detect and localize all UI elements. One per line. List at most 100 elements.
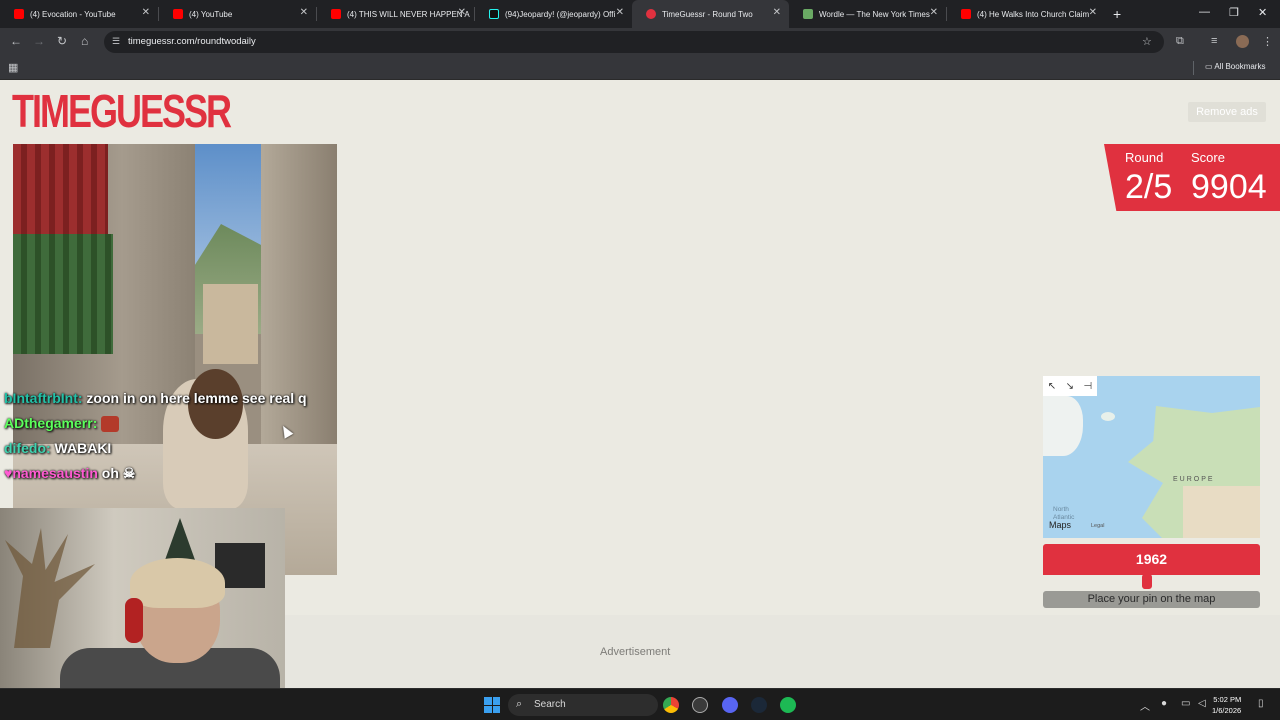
profile-avatar[interactable] xyxy=(1236,35,1249,48)
chat-username: namesaustin xyxy=(12,465,98,481)
wordle-icon xyxy=(803,9,813,19)
photo-knitwear-red xyxy=(13,144,108,234)
shrink-map-icon[interactable]: ↘ xyxy=(1066,381,1074,392)
youtube-icon xyxy=(961,9,971,19)
year-slider-thumb[interactable] xyxy=(1142,574,1153,589)
youtube-icon xyxy=(173,9,183,19)
reload-icon[interactable]: ↻ xyxy=(57,34,67,48)
chat-text: WABAKI xyxy=(54,440,112,456)
close-icon[interactable]: ✕ xyxy=(616,7,624,18)
site-info-icon[interactable]: ☰ xyxy=(112,36,120,47)
tab-evocation[interactable]: (4) Evocation - YouTube ✕ xyxy=(0,0,158,28)
clock-time: 5:02 PM xyxy=(1213,695,1242,704)
chat-message: bIntaftrbInt: zoon in on here lemme see … xyxy=(4,386,334,411)
map-region-label: EUROPE xyxy=(1173,476,1215,483)
all-bookmarks-button[interactable]: ▭ All Bookmarks xyxy=(1205,62,1265,71)
close-icon[interactable]: ✕ xyxy=(930,7,938,18)
emote-icon xyxy=(101,416,120,433)
tab-this-will-never-happen[interactable]: (4) THIS WILL NEVER HAPPEN A ✕ xyxy=(317,0,474,28)
round-label: Round xyxy=(1125,150,1164,165)
spotify-icon[interactable] xyxy=(780,697,796,713)
home-icon[interactable]: ⌂ xyxy=(81,34,88,48)
tab-jeopardy[interactable]: (94)Jeopardy! (@jeopardy) Offi ✕ xyxy=(475,0,632,28)
taskbar-clock[interactable]: 5:02 PM 1/6/2026 xyxy=(1212,694,1241,716)
windows-taskbar: ⌕ Search ︿ ● ▭ ◁ 5:02 PM 1/6/2026 ▯ xyxy=(0,688,1280,720)
search-icon: ⌕ xyxy=(516,698,523,710)
windows-start-icon[interactable] xyxy=(484,697,500,713)
remove-ads-button[interactable]: Remove ads xyxy=(1188,102,1266,122)
advertisement-label: Advertisement xyxy=(600,646,671,658)
guess-map[interactable]: EUROPE North Atlantic Maps Legal ↖ ↘ ⊣ xyxy=(1043,376,1260,538)
chat-message: ♥namesaustin oh ☠ xyxy=(4,461,334,486)
chat-text: oh xyxy=(101,465,119,481)
webcam-headset xyxy=(125,598,143,643)
tab-label: TimeGuessr - Round Two xyxy=(662,9,753,19)
new-tab-icon[interactable]: + xyxy=(1113,6,1121,22)
skull-emote-icon: ☠ xyxy=(122,465,136,481)
all-bookmarks-label: All Bookmarks xyxy=(1214,62,1266,71)
pin-map-icon[interactable]: ⊣ xyxy=(1084,381,1093,392)
close-icon[interactable]: ✕ xyxy=(773,7,781,18)
webcam-hair xyxy=(130,558,225,608)
chat-message: difedo: WABAKI xyxy=(4,436,334,461)
tiktok-icon xyxy=(489,9,499,19)
minimize-icon[interactable]: — xyxy=(1199,6,1210,18)
tab-timeguessr[interactable]: TimeGuessr - Round Two ✕ xyxy=(632,0,789,28)
round-score-panel: Round Score 2/5 9904 xyxy=(1104,144,1280,211)
streamer-webcam xyxy=(0,508,285,688)
tab-church[interactable]: (4) He Walks Into Church Claim ✕ xyxy=(947,0,1105,28)
back-icon[interactable]: ← xyxy=(10,34,22,48)
folder-icon: ▭ xyxy=(1205,62,1215,71)
close-icon[interactable]: ✕ xyxy=(1089,7,1097,18)
obs-icon[interactable] xyxy=(692,697,708,713)
score-value: 9904 xyxy=(1191,168,1267,206)
browser-tab-bar: (4) Evocation - YouTube ✕ (4) YouTube ✕ … xyxy=(0,0,1280,28)
taskbar-search[interactable]: ⌕ Search xyxy=(508,694,658,716)
map-legal-link[interactable]: Legal xyxy=(1091,523,1104,529)
bookmarks-divider xyxy=(1193,61,1194,75)
steam-icon[interactable] xyxy=(751,697,767,713)
browser-toolbar: ← → ↻ ⌂ ☰ timeguessr.com/roundtwodaily ☆… xyxy=(0,28,1280,56)
apple-maps-attribution: Maps xyxy=(1049,520,1071,530)
tab-label: Wordle — The New York Times xyxy=(819,9,930,19)
address-bar[interactable]: ☰ timeguessr.com/roundtwodaily xyxy=(104,31,1164,53)
timeguessr-icon xyxy=(646,9,656,19)
chat-username: ADthegamerr: xyxy=(4,415,98,431)
apps-grid-icon[interactable]: ▦ xyxy=(8,61,18,74)
restore-icon[interactable]: ❐ xyxy=(1229,6,1239,19)
close-icon[interactable]: ✕ xyxy=(300,7,308,18)
youtube-icon xyxy=(14,9,24,19)
media-control-icon[interactable]: ≡ xyxy=(1211,35,1217,47)
window-close-icon[interactable]: ✕ xyxy=(1258,6,1267,19)
discord-icon[interactable] xyxy=(722,697,738,713)
menu-icon[interactable]: ⋮ xyxy=(1262,35,1273,48)
timeguessr-page: TIMEGUESSR Remove ads Round Score 2/5 99… xyxy=(0,80,1280,688)
score-label: Score xyxy=(1191,150,1225,165)
microphone-icon[interactable]: ● xyxy=(1161,698,1167,709)
tray-overflow-icon[interactable]: ︿ xyxy=(1140,698,1150,713)
bookmark-star-icon[interactable]: ☆ xyxy=(1142,35,1152,48)
chat-username: difedo: xyxy=(4,440,51,456)
extensions-icon[interactable]: ⧉ xyxy=(1176,35,1184,48)
tab-wordle[interactable]: Wordle — The New York Times ✕ xyxy=(789,0,946,28)
year-display: 1962 xyxy=(1043,544,1260,575)
tab-label: (4) He Walks Into Church Claim xyxy=(977,9,1090,19)
place-pin-button[interactable]: Place your pin on the map xyxy=(1043,591,1260,608)
close-icon[interactable]: ✕ xyxy=(142,7,150,18)
map-controls: ↖ ↘ ⊣ xyxy=(1043,376,1097,396)
bookmarks-bar: ▦ ▭ All Bookmarks xyxy=(0,56,1280,80)
clock-date: 1/6/2026 xyxy=(1212,706,1242,715)
timeguessr-logo[interactable]: TIMEGUESSR xyxy=(12,87,232,145)
url-text[interactable]: timeguessr.com/roundtwodaily xyxy=(128,36,256,47)
notifications-icon[interactable]: ▯ xyxy=(1258,698,1264,709)
chrome-icon[interactable] xyxy=(663,697,679,713)
tab-youtube[interactable]: (4) YouTube ✕ xyxy=(159,0,316,28)
expand-map-icon[interactable]: ↖ xyxy=(1048,381,1056,392)
youtube-icon xyxy=(331,9,341,19)
tab-label: (4) THIS WILL NEVER HAPPEN A xyxy=(347,9,470,19)
photo-knitwear-green xyxy=(13,234,113,354)
forward-icon[interactable]: → xyxy=(33,34,45,48)
volume-icon[interactable]: ◁ xyxy=(1198,698,1206,709)
close-icon[interactable]: ✕ xyxy=(458,7,466,18)
network-icon[interactable]: ▭ xyxy=(1181,698,1190,709)
